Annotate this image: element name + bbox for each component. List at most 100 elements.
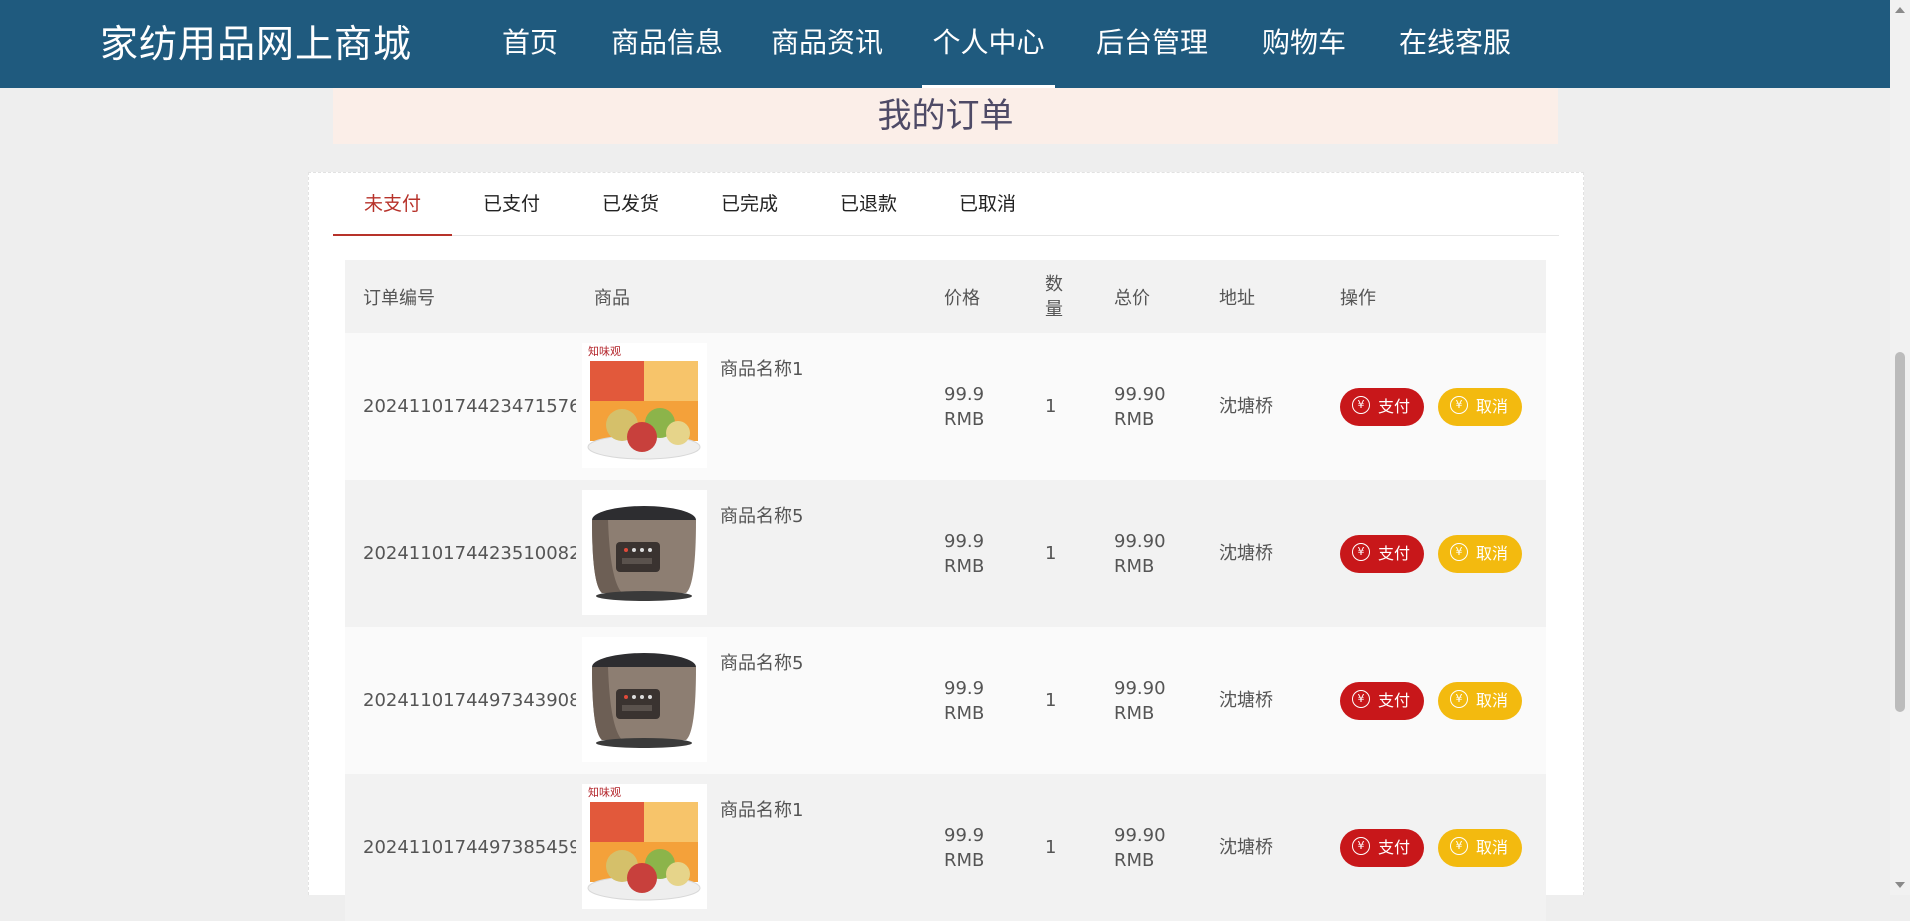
actions-cell: ¥ 支付 ¥ 取消: [1322, 774, 1546, 921]
nav-item-home[interactable]: 首页: [500, 0, 560, 88]
yuan-coin-icon: ¥: [1450, 837, 1469, 855]
price-unit: RMB: [944, 555, 985, 577]
nav-item-personal-center[interactable]: 个人中心: [922, 0, 1055, 88]
product-thumbnail[interactable]: 知味观: [582, 343, 707, 468]
goods-cell: 知味观 商品名称1: [576, 333, 926, 480]
pay-button-label: 支付: [1378, 543, 1411, 563]
product-name-link[interactable]: 商品名称1: [720, 798, 803, 823]
goods-cell: 知味观 商品名称1: [576, 774, 926, 921]
column-header-total: 总价: [1096, 260, 1201, 333]
nav-item-product-info[interactable]: 商品信息: [609, 0, 725, 88]
mooncake-box-image: 知味观: [587, 785, 701, 901]
column-header-quantity-text: 数量: [1045, 273, 1063, 320]
total-value: 99.90: [1114, 383, 1166, 405]
product-name-link[interactable]: 商品名称5: [720, 651, 803, 676]
yuan-coin-icon: ¥: [1352, 690, 1370, 708]
table-row: 20241101744973439085 商品名称5 99.9 RMB 1 99.…: [345, 627, 1546, 774]
product-thumbnail[interactable]: [582, 490, 707, 615]
yuan-coin-icon: ¥: [1450, 543, 1469, 561]
orders-panel: 未支付 已支付 已发货 已完成 已退款 已取消 订单编号 商品 价格 数量 总价…: [308, 172, 1584, 921]
goods-cell: 商品名称5: [576, 480, 926, 627]
total-unit: RMB: [1114, 555, 1155, 577]
actions-cell: ¥ 支付 ¥ 取消: [1322, 480, 1546, 627]
nav-item-product-news[interactable]: 商品资讯: [769, 0, 885, 88]
total-cell: 99.90 RMB: [1096, 480, 1201, 627]
total-cell: 99.90 RMB: [1096, 333, 1201, 480]
page-banner: 我的订单: [333, 88, 1558, 144]
tab-unpaid[interactable]: 未支付: [333, 173, 452, 236]
total-value: 99.90: [1114, 677, 1166, 699]
price-cell: 99.9 RMB: [926, 774, 1027, 921]
pay-button[interactable]: ¥ 支付: [1340, 534, 1425, 573]
product-name-link[interactable]: 商品名称5: [720, 504, 803, 529]
price-unit: RMB: [944, 408, 985, 430]
nav-item-admin[interactable]: 后台管理: [1094, 0, 1210, 88]
cancel-button[interactable]: ¥ 取消: [1438, 681, 1523, 720]
page-title: 我的订单: [877, 96, 1014, 136]
price-value: 99.9: [944, 677, 985, 699]
column-header-action: 操作: [1322, 260, 1546, 333]
pay-button[interactable]: ¥ 支付: [1340, 828, 1425, 867]
column-header-quantity: 数量: [1027, 260, 1096, 333]
total-cell: 99.90 RMB: [1096, 627, 1201, 774]
tab-paid[interactable]: 已支付: [452, 173, 571, 235]
total-unit: RMB: [1114, 408, 1155, 430]
cancel-button-label: 取消: [1476, 396, 1509, 416]
top-nav-bar: 家纺用品网上商城 首页 商品信息 商品资讯 个人中心 后台管理 购物车 在线客服: [0, 0, 1890, 88]
cancel-button-label: 取消: [1476, 543, 1509, 563]
scroll-down-arrow-icon[interactable]: [1895, 882, 1905, 888]
order-number: 20241101744973439085: [345, 627, 592, 774]
tab-cancelled[interactable]: 已取消: [928, 173, 1047, 235]
cancel-button-label: 取消: [1476, 837, 1509, 857]
total-value: 99.90: [1114, 824, 1166, 846]
address-cell: 沈塘桥: [1201, 627, 1322, 774]
address-cell: 沈塘桥: [1201, 774, 1322, 921]
actions-cell: ¥ 支付 ¥ 取消: [1322, 627, 1546, 774]
product-name-link[interactable]: 商品名称1: [720, 357, 803, 382]
price-cell: 99.9 RMB: [926, 627, 1027, 774]
scroll-up-arrow-icon[interactable]: [1895, 7, 1905, 13]
column-header-address: 地址: [1201, 260, 1322, 333]
rice-cooker-image: [582, 490, 707, 615]
price-cell: 99.9 RMB: [926, 333, 1027, 480]
price-unit: RMB: [944, 849, 985, 871]
total-unit: RMB: [1114, 702, 1155, 724]
total-value: 99.90: [1114, 530, 1166, 552]
price-unit: RMB: [944, 702, 985, 724]
nav-item-online-service[interactable]: 在线客服: [1397, 0, 1513, 88]
order-number: 20241101744973854593: [345, 774, 592, 921]
actions-cell: ¥ 支付 ¥ 取消: [1322, 333, 1546, 480]
address-cell: 沈塘桥: [1201, 480, 1322, 627]
quantity-cell: 1: [1027, 774, 1096, 921]
yuan-coin-icon: ¥: [1352, 837, 1370, 855]
quantity-cell: 1: [1027, 333, 1096, 480]
pay-button[interactable]: ¥ 支付: [1340, 387, 1425, 426]
cancel-button[interactable]: ¥ 取消: [1438, 828, 1523, 867]
table-row: 20241101744235100826 商品名称5 99.9 RMB 1 99.…: [345, 480, 1546, 627]
cancel-button[interactable]: ¥ 取消: [1438, 534, 1523, 573]
tab-completed[interactable]: 已完成: [690, 173, 809, 235]
column-header-goods: 商品: [576, 260, 926, 333]
table-header-row: 订单编号 商品 价格 数量 总价 地址 操作: [345, 260, 1546, 333]
price-value: 99.9: [944, 383, 985, 405]
quantity-cell: 1: [1027, 627, 1096, 774]
rice-cooker-image: [582, 637, 707, 762]
yuan-coin-icon: ¥: [1352, 543, 1370, 561]
scrollbar-thumb[interactable]: [1895, 352, 1905, 712]
tab-refunded[interactable]: 已退款: [809, 173, 928, 235]
goods-cell: 商品名称5: [576, 627, 926, 774]
yuan-coin-icon: ¥: [1352, 396, 1370, 414]
total-unit: RMB: [1114, 849, 1155, 871]
cancel-button[interactable]: ¥ 取消: [1438, 387, 1523, 426]
tab-shipped[interactable]: 已发货: [571, 173, 690, 235]
nav-item-cart[interactable]: 购物车: [1260, 0, 1348, 88]
table-row: 20241101744234715766 知味观 商品名称1 99.9 RMB 1…: [345, 333, 1546, 480]
order-number: 20241101744234715766: [345, 333, 592, 480]
pay-button[interactable]: ¥ 支付: [1340, 681, 1425, 720]
site-title[interactable]: 家纺用品网上商城: [100, 20, 412, 68]
column-header-price: 价格: [926, 260, 1027, 333]
product-thumbnail[interactable]: [582, 637, 707, 762]
page-scrollbar[interactable]: [1890, 0, 1910, 895]
product-thumbnail[interactable]: 知味观: [582, 784, 707, 909]
column-header-order-no: 订单编号: [345, 260, 576, 333]
